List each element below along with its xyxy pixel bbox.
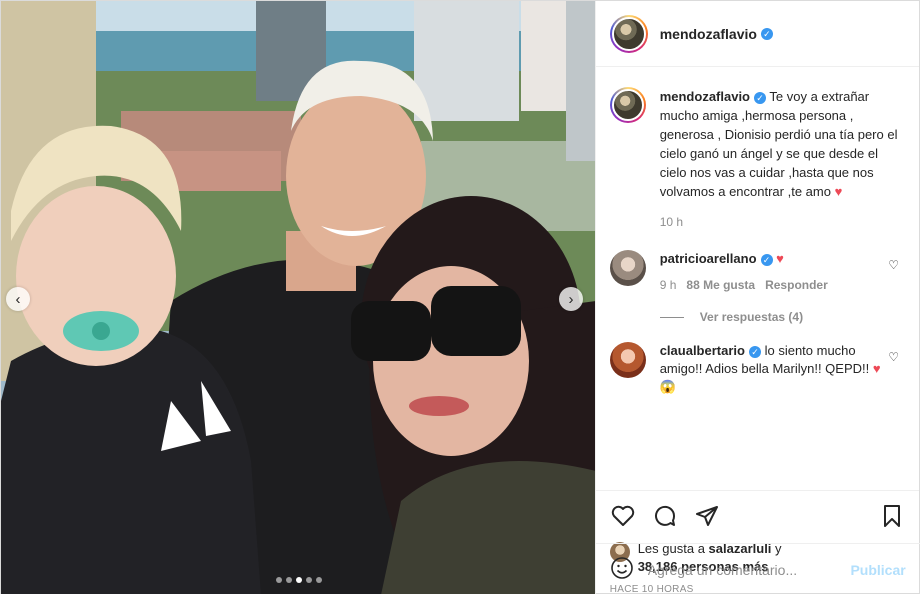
commenter-avatar[interactable] bbox=[609, 342, 646, 378]
replies-divider bbox=[659, 316, 684, 318]
view-replies-button[interactable]: Ver respuestas (4) bbox=[659, 310, 905, 324]
comment-like-heart-icon[interactable]: ♡ bbox=[888, 258, 899, 272]
post-header: mendozaflavio ✓ bbox=[595, 1, 919, 67]
post-photo[interactable]: ‹ › bbox=[1, 1, 595, 594]
publish-button[interactable]: Publicar bbox=[850, 562, 905, 578]
heart-outline-icon[interactable] bbox=[610, 503, 636, 529]
comment-username[interactable]: patricioarellano bbox=[660, 251, 757, 266]
caption-age[interactable]: 10 h bbox=[660, 213, 900, 232]
add-comment-form: Publicar bbox=[595, 543, 920, 594]
carousel-dot bbox=[305, 577, 312, 583]
carousel-prev-button[interactable]: ‹ bbox=[6, 287, 30, 311]
bookmark-icon[interactable] bbox=[879, 503, 905, 529]
post-side-panel: mendozaflavio ✓ mendozaflavio ✓ Te voy a … bbox=[594, 1, 920, 594]
commenter-avatar[interactable] bbox=[609, 250, 646, 286]
caption-text: Te voy a extrañar mucho amiga ,hermosa p… bbox=[659, 89, 898, 199]
chevron-left-icon: ‹ bbox=[15, 290, 21, 308]
caption-username[interactable]: mendozaflavio bbox=[660, 89, 750, 104]
carousel-dot bbox=[275, 577, 282, 583]
verified-badge-icon: ✓ bbox=[754, 91, 766, 104]
verified-badge-icon: ✓ bbox=[760, 253, 773, 266]
chevron-right-icon: › bbox=[568, 290, 574, 308]
red-heart-emoji-icon: ♥ bbox=[776, 251, 784, 266]
post-caption: mendozaflavio ✓ Te voy a extrañar mucho a… bbox=[609, 87, 905, 232]
carousel-dot bbox=[285, 577, 292, 583]
post-actions-bar bbox=[595, 490, 919, 540]
comment-likes[interactable]: 88 Me gusta bbox=[686, 276, 755, 294]
instagram-post: ‹ › mendozaflavio ✓ mendozaflavio ✓ Te vo… bbox=[0, 0, 920, 594]
verified-badge-icon: ✓ bbox=[748, 345, 761, 358]
comment-input[interactable] bbox=[647, 561, 851, 578]
photo-scene bbox=[1, 1, 595, 594]
comment-item: claualbertario ✓ lo siento mucho amigo!! … bbox=[609, 342, 905, 396]
carousel-indicator bbox=[1, 577, 595, 583]
speech-bubble-icon[interactable] bbox=[652, 503, 678, 529]
smiley-icon[interactable] bbox=[610, 556, 634, 583]
verified-badge-icon: ✓ bbox=[760, 27, 773, 40]
author-avatar[interactable] bbox=[609, 14, 648, 53]
paper-plane-icon[interactable] bbox=[694, 503, 720, 529]
carousel-dot-active bbox=[295, 577, 302, 583]
red-heart-emoji-icon: ♥ bbox=[834, 184, 843, 199]
comment-item: patricioarellano ✓ ♥ 9 h 88 Me gusta Resp… bbox=[609, 250, 905, 294]
view-replies-label: Ver respuestas (4) bbox=[699, 310, 804, 324]
comment-like-heart-icon[interactable]: ♡ bbox=[888, 350, 899, 364]
comment-age[interactable]: 9 h bbox=[660, 276, 677, 294]
reply-button[interactable]: Responder bbox=[765, 276, 828, 294]
comments-section[interactable]: mendozaflavio ✓ Te voy a extrañar mucho a… bbox=[596, 67, 919, 490]
carousel-dot bbox=[315, 577, 322, 583]
caption-author-avatar[interactable] bbox=[609, 87, 646, 123]
author-username[interactable]: mendozaflavio bbox=[660, 26, 757, 42]
carousel-next-button[interactable]: › bbox=[559, 287, 583, 311]
comment-username[interactable]: claualbertario bbox=[660, 343, 745, 358]
